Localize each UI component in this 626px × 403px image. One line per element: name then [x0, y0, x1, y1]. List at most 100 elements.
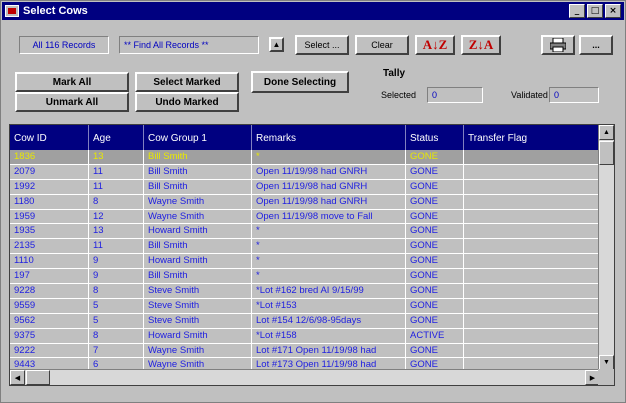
- col-cow-id[interactable]: Cow ID: [10, 125, 89, 150]
- table-cell: Wayne Smith: [144, 343, 252, 358]
- table-cell: [464, 194, 600, 209]
- table-cell: GONE: [406, 209, 464, 224]
- table-cell: [464, 254, 600, 269]
- table-cell: ACTIVE: [406, 328, 464, 343]
- table-cell: GONE: [406, 254, 464, 269]
- unmark-all-button[interactable]: Unmark All: [15, 92, 129, 112]
- scroll-up-icon[interactable]: ▲: [599, 125, 614, 140]
- table-row[interactable]: 2079 11 Bill Smith Open 11/19/98 had GNRH GO…: [10, 164, 600, 180]
- close-button[interactable]: ×: [605, 4, 621, 18]
- table-cell: 13: [89, 150, 144, 164]
- table-cell: GONE: [406, 313, 464, 328]
- mark-all-button[interactable]: Mark All: [15, 72, 129, 92]
- table-cell: [464, 284, 600, 298]
- table-row[interactable]: 1959 12 Wayne Smith Open 11/19/98 move to F…: [10, 209, 600, 225]
- horizontal-scrollbar[interactable]: ◀ ▶: [10, 369, 600, 385]
- table-cell: Wayne Smith: [144, 209, 252, 224]
- hscroll-thumb[interactable]: [26, 370, 50, 385]
- sort-ascending-button[interactable]: A↓Z: [415, 35, 455, 55]
- table-row[interactable]: 9222 7 Wayne Smith Lot #171 Open 11/19/98 h…: [10, 343, 600, 359]
- table-cell: Open 11/19/98 had GNRH: [252, 194, 406, 209]
- table-cell: [464, 269, 600, 284]
- table-cell: [464, 179, 600, 194]
- table-row[interactable]: 9375 8 Howard Smith *Lot #158 ACTIVE: [10, 328, 600, 344]
- table-cell: Bill Smith: [144, 150, 252, 164]
- select-marked-button[interactable]: Select Marked: [135, 72, 239, 92]
- record-count: All 116 Records: [19, 36, 109, 54]
- table-cell: Wayne Smith: [144, 194, 252, 209]
- table-cell: *Lot #158: [252, 328, 406, 343]
- table-row[interactable]: 1992 11 Bill Smith Open 11/19/98 had GNRH GO…: [10, 179, 600, 195]
- table-cell: GONE: [406, 194, 464, 209]
- scroll-left-icon[interactable]: ◀: [10, 370, 25, 385]
- table-cell: [464, 313, 600, 328]
- table-row[interactable]: 1935 13 Howard Smith * GONE: [10, 224, 600, 240]
- table-cell: Open 11/19/98 move to Fall: [252, 209, 406, 224]
- table-cell: *: [252, 254, 406, 269]
- table-row[interactable]: 9559 5 Steve Smith *Lot #153 GONE: [10, 298, 600, 314]
- table-cell: GONE: [406, 284, 464, 298]
- table-row[interactable]: 1180 8 Wayne Smith Open 11/19/98 had GNRH GO…: [10, 194, 600, 210]
- table-cell: 11: [89, 179, 144, 194]
- col-age[interactable]: Age: [89, 125, 144, 150]
- table-cell: [464, 328, 600, 343]
- table-cell: Lot #154 12/6/98-95days: [252, 313, 406, 328]
- table-cell: 9562: [10, 313, 89, 328]
- table-cell: Steve Smith: [144, 298, 252, 313]
- scroll-thumb[interactable]: [599, 141, 614, 165]
- minimize-button[interactable]: _: [569, 4, 585, 18]
- col-cow-group[interactable]: Cow Group 1: [144, 125, 252, 150]
- col-transfer-flag[interactable]: Transfer Flag: [464, 125, 600, 150]
- table-row[interactable]: 1836 13 Bill Smith * GONE: [10, 150, 600, 165]
- more-button[interactable]: ...: [579, 35, 613, 55]
- table-cell: GONE: [406, 164, 464, 179]
- table-cell: 11: [89, 239, 144, 254]
- table-cell: 7: [89, 343, 144, 358]
- validated-label: Validated: [511, 90, 548, 100]
- table-cell: 9: [89, 254, 144, 269]
- table-row[interactable]: 2135 11 Bill Smith * GONE: [10, 239, 600, 255]
- table-cell: 1836: [10, 150, 89, 164]
- app-icon: [5, 5, 19, 17]
- table-cell: GONE: [406, 239, 464, 254]
- table-cell: 2079: [10, 164, 89, 179]
- table-cell: Howard Smith: [144, 224, 252, 239]
- table-row[interactable]: 9562 5 Steve Smith Lot #154 12/6/98-95days G…: [10, 313, 600, 329]
- table-cell: Bill Smith: [144, 179, 252, 194]
- table-cell: Bill Smith: [144, 269, 252, 284]
- table-cell: Steve Smith: [144, 313, 252, 328]
- select-button[interactable]: Select ...: [295, 35, 349, 55]
- table-cell: 1959: [10, 209, 89, 224]
- col-remarks[interactable]: Remarks: [252, 125, 406, 150]
- table-row[interactable]: 9228 8 Steve Smith *Lot #162 bred AI 9/15/9…: [10, 284, 600, 299]
- table-cell: GONE: [406, 298, 464, 313]
- find-records-select[interactable]: ** Find All Records **: [119, 36, 259, 54]
- table-cell: *: [252, 239, 406, 254]
- table-cell: 8: [89, 328, 144, 343]
- undo-marked-button[interactable]: Undo Marked: [135, 92, 239, 112]
- table-cell: 1180: [10, 194, 89, 209]
- scroll-corner: [598, 369, 614, 385]
- col-status[interactable]: Status: [406, 125, 464, 150]
- vertical-scrollbar[interactable]: ▲ ▼: [598, 125, 614, 370]
- table-cell: GONE: [406, 224, 464, 239]
- done-selecting-button[interactable]: Done Selecting: [251, 71, 349, 93]
- table-cell: *: [252, 224, 406, 239]
- table-row[interactable]: 197 9 Bill Smith * GONE: [10, 269, 600, 285]
- printer-icon[interactable]: [541, 35, 575, 55]
- selected-count: 0: [427, 87, 483, 103]
- table-cell: [464, 164, 600, 179]
- sort-descending-button[interactable]: Z↓A: [461, 35, 501, 55]
- title-bar[interactable]: Select Cows _ □ ×: [2, 2, 624, 20]
- table-cell: 197: [10, 269, 89, 284]
- dropdown-arrow-icon[interactable]: ▲: [269, 37, 284, 52]
- table-cell: Steve Smith: [144, 284, 252, 298]
- maximize-button[interactable]: □: [587, 4, 603, 18]
- table-row[interactable]: 1110 9 Howard Smith * GONE: [10, 254, 600, 270]
- table-cell: GONE: [406, 343, 464, 358]
- scroll-down-icon[interactable]: ▼: [599, 355, 614, 370]
- clear-button[interactable]: Clear: [355, 35, 409, 55]
- table-cell: *: [252, 269, 406, 284]
- table-cell: [464, 224, 600, 239]
- cows-table[interactable]: Cow ID Age Cow Group 1 Remarks Status Tr…: [9, 124, 615, 386]
